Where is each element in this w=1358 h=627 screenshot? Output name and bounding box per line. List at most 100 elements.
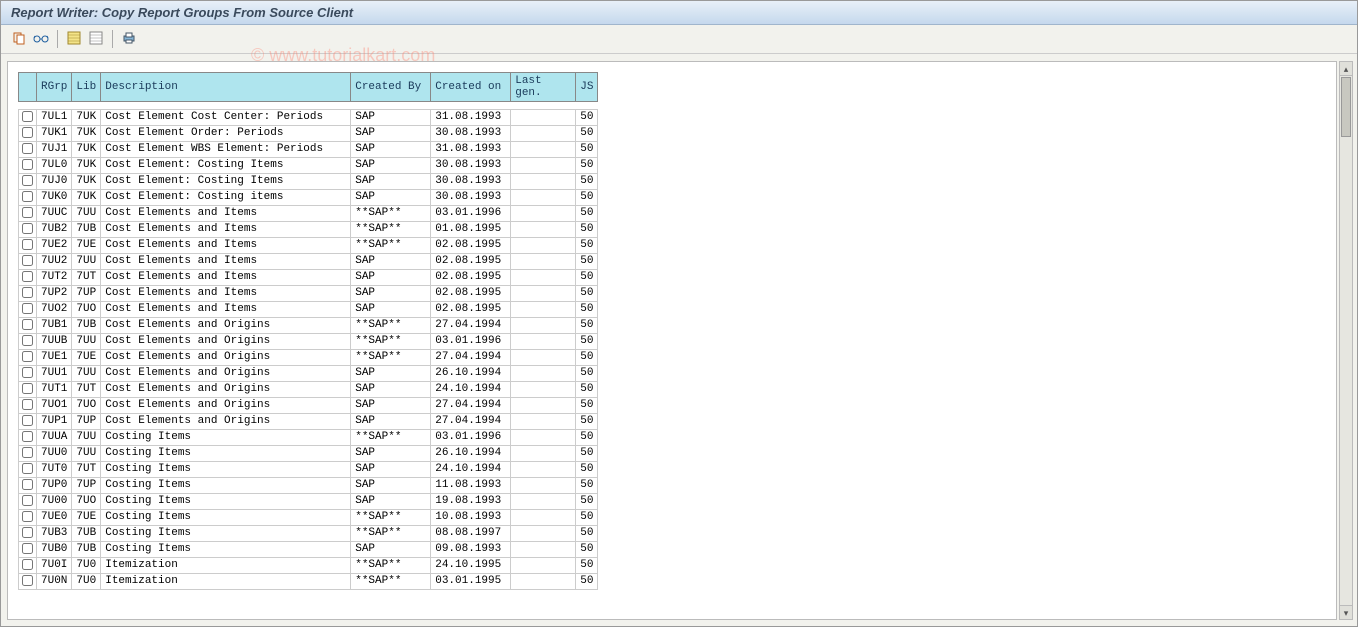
cell-rgrp: 7UP0 <box>37 478 72 494</box>
table-row[interactable]: 7UK07UKCost Element: Costing itemsSAP30.… <box>19 190 598 206</box>
select-all-button[interactable] <box>64 29 84 49</box>
table-row[interactable]: 7UT07UTCosting ItemsSAP24.10.199450 <box>19 462 598 478</box>
cell-created-by: SAP <box>351 126 431 142</box>
col-created-by[interactable]: Created By <box>351 73 431 102</box>
table-row[interactable]: 7UUB7UUCost Elements and Origins**SAP**0… <box>19 334 598 350</box>
cell-last-gen <box>511 254 576 270</box>
table-row[interactable]: 7UP27UPCost Elements and ItemsSAP02.08.1… <box>19 286 598 302</box>
row-checkbox[interactable] <box>22 319 33 330</box>
row-checkbox[interactable] <box>22 159 33 170</box>
table-row[interactable]: 7U007UOCosting ItemsSAP19.08.199350 <box>19 494 598 510</box>
scroll-up-button[interactable]: ▴ <box>1340 62 1352 76</box>
row-checkbox[interactable] <box>22 543 33 554</box>
table-row[interactable]: 7UU27UUCost Elements and ItemsSAP02.08.1… <box>19 254 598 270</box>
row-checkbox[interactable] <box>22 223 33 234</box>
row-checkbox[interactable] <box>22 575 33 586</box>
table-row[interactable]: 7UO17UOCost Elements and OriginsSAP27.04… <box>19 398 598 414</box>
table-row[interactable]: 7UL07UKCost Element: Costing ItemsSAP30.… <box>19 158 598 174</box>
table-row[interactable]: 7UJ07UKCost Element: Costing ItemsSAP30.… <box>19 174 598 190</box>
cell-created-on: 27.04.1994 <box>431 318 511 334</box>
row-checkbox-cell <box>19 542 37 558</box>
cell-created-by: **SAP** <box>351 430 431 446</box>
deselect-all-button[interactable] <box>86 29 106 49</box>
table-row[interactable]: 7UE27UECost Elements and Items**SAP**02.… <box>19 238 598 254</box>
row-checkbox[interactable] <box>22 399 33 410</box>
cell-lib: 7UB <box>72 318 101 334</box>
cell-js: 50 <box>576 302 598 318</box>
row-checkbox[interactable] <box>22 383 33 394</box>
cell-lib: 7UU <box>72 366 101 382</box>
window-title: Report Writer: Copy Report Groups From S… <box>11 5 353 20</box>
table-row[interactable]: 7UB27UBCost Elements and Items**SAP**01.… <box>19 222 598 238</box>
table-row[interactable]: 7UB07UBCosting ItemsSAP09.08.199350 <box>19 542 598 558</box>
col-rgrp[interactable]: RGrp <box>37 73 72 102</box>
row-checkbox[interactable] <box>22 495 33 506</box>
table-row[interactable]: 7UK17UKCost Element Order: PeriodsSAP30.… <box>19 126 598 142</box>
row-checkbox[interactable] <box>22 479 33 490</box>
col-checkbox[interactable] <box>19 73 37 102</box>
row-checkbox[interactable] <box>22 351 33 362</box>
row-checkbox[interactable] <box>22 335 33 346</box>
cell-js: 50 <box>576 334 598 350</box>
cell-created-on: 19.08.1993 <box>431 494 511 510</box>
row-checkbox-cell <box>19 126 37 142</box>
table-row[interactable]: 7UP17UPCost Elements and OriginsSAP27.04… <box>19 414 598 430</box>
row-checkbox[interactable] <box>22 191 33 202</box>
col-description[interactable]: Description <box>101 73 351 102</box>
scroll-thumb[interactable] <box>1341 77 1351 137</box>
table-row[interactable]: 7UU07UUCosting ItemsSAP26.10.199450 <box>19 446 598 462</box>
vertical-scrollbar[interactable]: ▴ ▾ <box>1339 61 1353 620</box>
table-row[interactable]: 7UT27UTCost Elements and ItemsSAP02.08.1… <box>19 270 598 286</box>
table-row[interactable]: 7UT17UTCost Elements and OriginsSAP24.10… <box>19 382 598 398</box>
cell-created-by: **SAP** <box>351 222 431 238</box>
table-row[interactable]: 7UUA7UUCosting Items**SAP**03.01.199650 <box>19 430 598 446</box>
row-checkbox[interactable] <box>22 559 33 570</box>
glasses-icon <box>33 32 49 47</box>
table-row[interactable]: 7UE17UECost Elements and Origins**SAP**2… <box>19 350 598 366</box>
scroll-down-button[interactable]: ▾ <box>1340 605 1352 619</box>
table-row[interactable]: 7UP07UPCosting ItemsSAP11.08.199350 <box>19 478 598 494</box>
row-checkbox[interactable] <box>22 143 33 154</box>
row-checkbox[interactable] <box>22 303 33 314</box>
col-js[interactable]: JS <box>576 73 598 102</box>
row-checkbox[interactable] <box>22 287 33 298</box>
row-checkbox[interactable] <box>22 527 33 538</box>
col-last-gen[interactable]: Last gen. <box>511 73 576 102</box>
table-row[interactable]: 7UO27UOCost Elements and ItemsSAP02.08.1… <box>19 302 598 318</box>
table-row[interactable]: 7UB17UBCost Elements and Origins**SAP**2… <box>19 318 598 334</box>
table-row[interactable]: 7UE07UECosting Items**SAP**10.08.199350 <box>19 510 598 526</box>
row-checkbox[interactable] <box>22 415 33 426</box>
row-checkbox-cell <box>19 382 37 398</box>
row-checkbox-cell <box>19 334 37 350</box>
row-checkbox[interactable] <box>22 447 33 458</box>
row-checkbox[interactable] <box>22 511 33 522</box>
cell-rgrp: 7UE0 <box>37 510 72 526</box>
col-lib[interactable]: Lib <box>72 73 101 102</box>
table-container[interactable]: RGrp Lib Description Created By Created … <box>8 62 1336 619</box>
cell-created-by: **SAP** <box>351 334 431 350</box>
display-button[interactable] <box>31 29 51 49</box>
print-button[interactable] <box>119 29 139 49</box>
cell-created-on: 02.08.1995 <box>431 254 511 270</box>
row-checkbox[interactable] <box>22 175 33 186</box>
table-row[interactable]: 7U0N7U0Itemization**SAP**03.01.199550 <box>19 574 598 590</box>
row-checkbox[interactable] <box>22 367 33 378</box>
table-row[interactable]: 7UL17UKCost Element Cost Center: Periods… <box>19 110 598 126</box>
row-checkbox[interactable] <box>22 271 33 282</box>
table-row[interactable]: 7UB37UBCosting Items**SAP**08.08.199750 <box>19 526 598 542</box>
row-checkbox[interactable] <box>22 431 33 442</box>
col-created-on[interactable]: Created on <box>431 73 511 102</box>
row-checkbox[interactable] <box>22 207 33 218</box>
table-row[interactable]: 7UU17UUCost Elements and OriginsSAP26.10… <box>19 366 598 382</box>
row-checkbox[interactable] <box>22 111 33 122</box>
row-checkbox[interactable] <box>22 127 33 138</box>
copy-button[interactable] <box>9 29 29 49</box>
cell-created-by: SAP <box>351 462 431 478</box>
table-row[interactable]: 7UJ17UKCost Element WBS Element: Periods… <box>19 142 598 158</box>
row-checkbox[interactable] <box>22 239 33 250</box>
row-checkbox[interactable] <box>22 255 33 266</box>
cell-created-by: **SAP** <box>351 558 431 574</box>
row-checkbox[interactable] <box>22 463 33 474</box>
table-row[interactable]: 7UUC7UUCost Elements and Items**SAP**03.… <box>19 206 598 222</box>
table-row[interactable]: 7U0I7U0Itemization**SAP**24.10.199550 <box>19 558 598 574</box>
